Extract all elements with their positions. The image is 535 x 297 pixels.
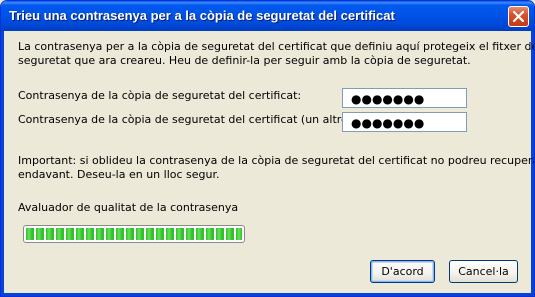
title-bar[interactable]: Trieu una contrasenya per a la còpia de …: [1, 1, 534, 31]
warning-text-line-1: Important: si oblideu la contrasenya de …: [18, 154, 535, 167]
warning-text-line-2: endavant. Deseu-la en un lloc segur.: [18, 168, 220, 181]
password-quality-meter: [23, 225, 245, 243]
password-dialog: Trieu una contrasenya per a la còpia de …: [0, 0, 535, 297]
window-frame-bottom: [1, 293, 534, 296]
password-field[interactable]: [342, 88, 467, 108]
close-icon: [513, 11, 524, 22]
window-frame-left: [1, 31, 4, 296]
password-label: Contrasenya de la còpia de seguretat del…: [18, 89, 302, 102]
password-quality-meter-fill: [26, 228, 242, 240]
quality-meter-label: Avaluador de qualitat de la contrasenya: [18, 201, 239, 214]
ok-button[interactable]: D'acord: [370, 260, 435, 283]
dialog-title: Trieu una contrasenya per a la còpia de …: [9, 8, 395, 23]
close-button[interactable]: [508, 6, 529, 27]
intro-text-line-1: La contrasenya per a la còpia de seguret…: [18, 40, 535, 53]
cancel-button[interactable]: Cancel·la: [449, 260, 518, 283]
confirm-password-field[interactable]: [342, 112, 467, 132]
confirm-password-label: Contrasenya de la còpia de seguretat del…: [18, 113, 380, 126]
intro-text-line-2: seguretat que ara creareu. Heu de defini…: [18, 54, 471, 67]
